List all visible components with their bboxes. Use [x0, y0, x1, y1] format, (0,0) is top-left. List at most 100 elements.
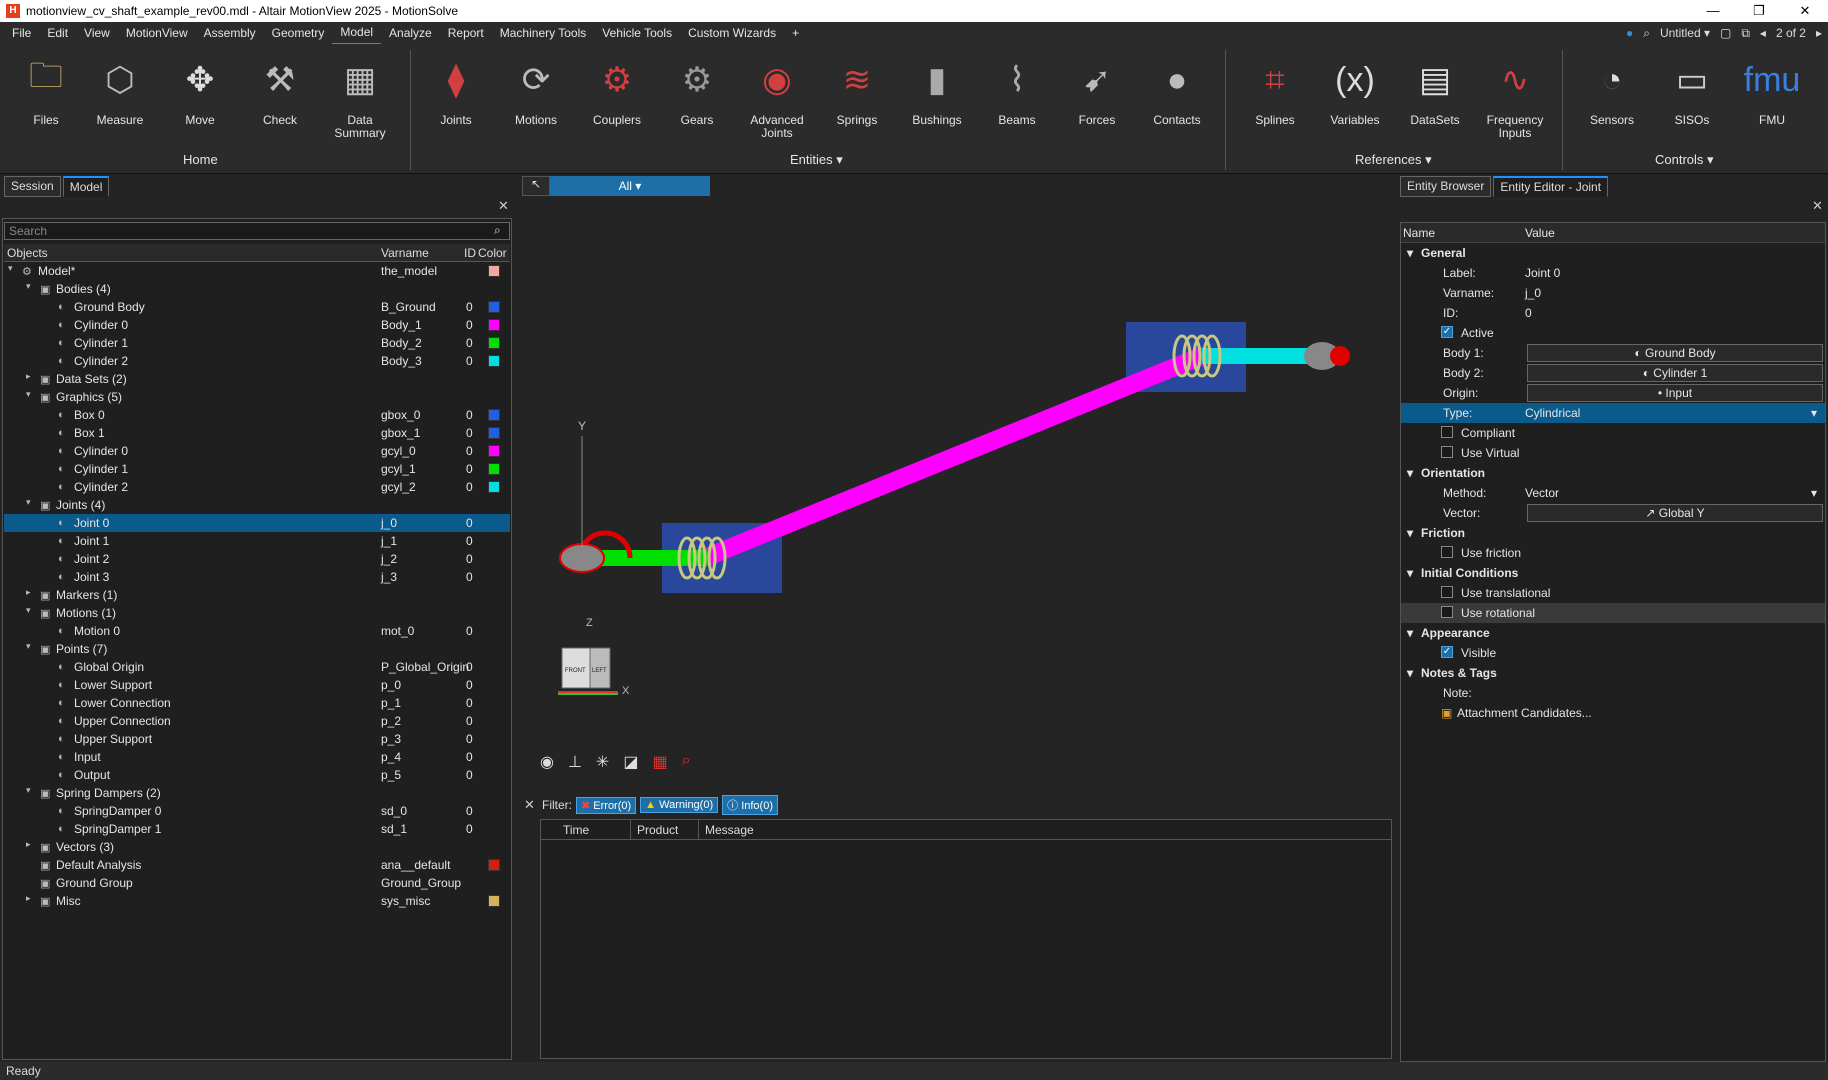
color-swatch[interactable]	[488, 409, 500, 421]
chat-icon[interactable]: ●	[1626, 26, 1633, 40]
tree-row[interactable]: ▾ ▣ Points (7)	[4, 640, 510, 658]
vector-selector[interactable]: ↗ Global Y	[1527, 504, 1823, 522]
body2-selector[interactable]: ◐ Cylinder 1	[1527, 364, 1823, 382]
group-controls[interactable]: Controls ▾	[1655, 152, 1714, 168]
color-swatch[interactable]	[488, 337, 500, 349]
tree-row[interactable]: ◐ Joint 1 j_1 0	[4, 532, 510, 550]
tool-contacts[interactable]: ● Contacts	[1139, 52, 1215, 127]
use-friction-checkbox[interactable]	[1441, 546, 1453, 558]
tree-row[interactable]: ◐ Lower Connection p_1 0	[4, 694, 510, 712]
tree-row[interactable]: ◐ SpringDamper 1 sd_1 0	[4, 820, 510, 838]
color-swatch[interactable]	[488, 481, 500, 493]
tool-beams[interactable]: ⌇ Beams	[979, 52, 1055, 127]
warning-filter-button[interactable]: ▲ Warning(0)	[640, 797, 719, 813]
col-message[interactable]: Message	[699, 820, 1391, 839]
menu-machinery-tools[interactable]: Machinery Tools	[492, 22, 594, 44]
tab-session[interactable]: Session	[4, 176, 61, 197]
search-icon[interactable]: ⌕	[1643, 26, 1650, 41]
expand-toggle-icon[interactable]: ▾	[26, 497, 31, 508]
tree-row[interactable]: ◐ Lower Support p_0 0	[4, 676, 510, 694]
col-objects[interactable]: Objects	[7, 246, 48, 260]
expand-toggle-icon[interactable]: ▾	[26, 389, 31, 400]
tab-entity-browser[interactable]: Entity Browser	[1400, 176, 1492, 197]
color-swatch[interactable]	[488, 265, 500, 277]
view-eye-icon[interactable]: ◉	[540, 752, 554, 772]
tree-row[interactable]: ◐ Motion 0 mot_0 0	[4, 622, 510, 640]
tree-row[interactable]: ◐ Cylinder 0 gcyl_0 0	[4, 442, 510, 460]
entity-filter-dropdown[interactable]: All ▾	[550, 176, 710, 196]
tree-row[interactable]: ◐ Upper Support p_3 0	[4, 730, 510, 748]
window-icon[interactable]: ▢	[1720, 26, 1731, 40]
tree-row[interactable]: ◐ Joint 3 j_3 0	[4, 568, 510, 586]
col-id[interactable]: ID	[464, 246, 476, 260]
tool-springs[interactable]: ≋ Springs	[819, 52, 895, 127]
expand-toggle-icon[interactable]: ▾	[26, 605, 31, 616]
search-icon[interactable]: ⌕	[494, 223, 501, 238]
zoom-icon[interactable]: ⌕	[682, 752, 691, 772]
col-varname[interactable]: Varname	[381, 246, 429, 260]
use-virtual-checkbox[interactable]	[1441, 446, 1453, 458]
menu-motionview[interactable]: MotionView	[118, 22, 196, 44]
tab-model[interactable]: Model	[62, 176, 110, 197]
tree-row[interactable]: ◐ Cylinder 1 gcyl_1 0	[4, 460, 510, 478]
tree-row[interactable]: ▣ Default Analysis ana__default	[4, 856, 510, 874]
tree-row[interactable]: ◐ Upper Connection p_2 0	[4, 712, 510, 730]
tree-row[interactable]: ▸ ▣ Misc sys_misc	[4, 892, 510, 910]
tool-splines[interactable]: ⌗ Splines	[1237, 52, 1313, 127]
tool-frequency-inputs[interactable]: ∿ Frequency Inputs	[1477, 52, 1553, 140]
tree-row[interactable]: ◐ Box 0 gbox_0 0	[4, 406, 510, 424]
tree-row[interactable]: ▾ ▣ Motions (1)	[4, 604, 510, 622]
method-dropdown[interactable]: Vector	[1525, 486, 1559, 500]
menu-model[interactable]: Model	[332, 21, 382, 45]
tree-row[interactable]: ◐ Input p_4 0	[4, 748, 510, 766]
use-rotational-checkbox[interactable]	[1441, 606, 1453, 618]
group-references[interactable]: References ▾	[1355, 152, 1432, 168]
tool-bushings[interactable]: ▮ Bushings	[899, 52, 975, 127]
tree-row[interactable]: ▾ ⚙ Model* the_model	[4, 262, 510, 280]
graphics-viewport[interactable]: Y Z X FRONT LEFT	[522, 176, 1390, 786]
triad-icon[interactable]: ⊥	[568, 752, 582, 772]
expand-toggle-icon[interactable]: ▸	[26, 839, 31, 850]
tool-advanced-joints[interactable]: ◉ Advanced Joints	[739, 52, 815, 140]
color-swatch[interactable]	[488, 895, 500, 907]
expand-toggle-icon[interactable]: ▸	[26, 587, 31, 598]
tool-datasets[interactable]: ▤ DataSets	[1397, 52, 1473, 127]
tree-row[interactable]: ◐ Global Origin P_Global_Origin 0	[4, 658, 510, 676]
message-close-icon[interactable]: ✕	[524, 797, 535, 813]
section-appearance[interactable]: Appearance	[1421, 626, 1490, 640]
expand-toggle-icon[interactable]: ▸	[26, 371, 31, 382]
visible-checkbox[interactable]: ✓	[1441, 646, 1453, 658]
origin-selector[interactable]: • Input	[1527, 384, 1823, 402]
active-checkbox[interactable]: ✓	[1441, 326, 1453, 338]
tree-row[interactable]: ◐ Cylinder 2 gcyl_2 0	[4, 478, 510, 496]
tree-row[interactable]: ◐ Cylinder 1 Body_2 0	[4, 334, 510, 352]
model-3d-view[interactable]: Y Z X FRONT LEFT	[522, 176, 1390, 786]
tree-row[interactable]: ◐ Ground Body B_Ground 0	[4, 298, 510, 316]
select-tool-icon[interactable]: ↖	[522, 176, 550, 196]
id-field[interactable]: 0	[1525, 306, 1532, 320]
tool-data-summary[interactable]: ▦ Data Summary	[322, 52, 398, 140]
section-icon[interactable]: ▦	[652, 752, 667, 772]
color-swatch[interactable]	[488, 301, 500, 313]
tree-row[interactable]: ▾ ▣ Joints (4)	[4, 496, 510, 514]
tree-row[interactable]: ◐ SpringDamper 0 sd_0 0	[4, 802, 510, 820]
tree-row[interactable]: ▾ ▣ Spring Dampers (2)	[4, 784, 510, 802]
tree-row[interactable]: ◐ Cylinder 2 Body_3 0	[4, 352, 510, 370]
expand-toggle-icon[interactable]: ▾	[26, 785, 31, 796]
expand-toggle-icon[interactable]: ▾	[26, 641, 31, 652]
label-field[interactable]: Joint 0	[1525, 266, 1560, 280]
section-orientation[interactable]: Orientation	[1421, 466, 1485, 480]
color-swatch[interactable]	[488, 445, 500, 457]
info-filter-button[interactable]: ⓘ Info(0)	[722, 795, 778, 815]
color-swatch[interactable]	[488, 463, 500, 475]
section-initial-conditions[interactable]: Initial Conditions	[1421, 566, 1518, 580]
group-entities[interactable]: Entities ▾	[790, 152, 843, 168]
compliant-checkbox[interactable]	[1441, 426, 1453, 438]
tool-check[interactable]: ⚒ Check	[242, 52, 318, 127]
tool-joints[interactable]: ⧫ Joints	[418, 52, 494, 127]
tool-couplers[interactable]: ⚙ Couplers	[579, 52, 655, 127]
tree-row[interactable]: ▾ ▣ Graphics (5)	[4, 388, 510, 406]
menu-file[interactable]: File	[4, 22, 39, 44]
tree-row[interactable]: ◐ Box 1 gbox_1 0	[4, 424, 510, 442]
menu-custom-wizards[interactable]: Custom Wizards	[680, 22, 784, 44]
